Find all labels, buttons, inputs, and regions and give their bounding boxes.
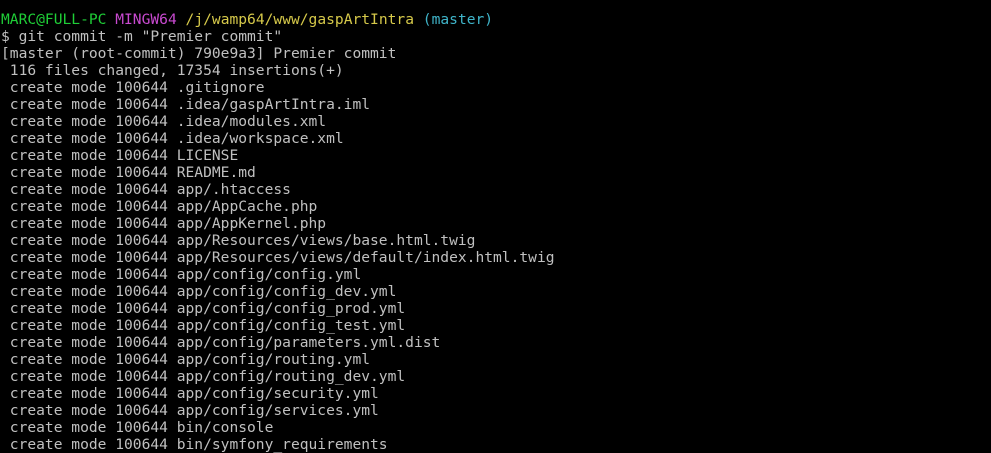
created-file-line: create mode 100644 app/Resources/views/d…	[1, 249, 555, 266]
prompt-user-host: MARC@FULL-PC	[1, 11, 107, 28]
terminal-window[interactable]: MARC@FULL-PC MINGW64 /j/wamp64/www/gaspA…	[0, 0, 991, 453]
command-line: $ git commit -m "Premier commit"	[1, 28, 283, 45]
created-file-line: create mode 100644 app/Resources/views/b…	[1, 232, 476, 249]
created-file-line: create mode 100644 .idea/gaspArtIntra.im…	[1, 96, 371, 113]
created-file-line: create mode 100644 bin/console	[1, 419, 274, 436]
commit-summary-line: [master (root-commit) 790e9a3] Premier c…	[1, 45, 397, 62]
created-file-line: create mode 100644 LICENSE	[1, 147, 239, 164]
created-file-line: create mode 100644 .idea/workspace.xml	[1, 130, 344, 147]
created-file-line: create mode 100644 app/config/security.y…	[1, 385, 379, 402]
created-file-line: create mode 100644 app/config/parameters…	[1, 334, 441, 351]
created-file-line: create mode 100644 app/config/routing.ym…	[1, 351, 371, 368]
created-files-list: create mode 100644 .gitignore create mod…	[1, 79, 991, 453]
created-file-line: create mode 100644 bin/symfony_requireme…	[1, 436, 388, 453]
created-file-line: create mode 100644 app/config/config.yml	[1, 266, 362, 283]
created-file-line: create mode 100644 app/config/config_tes…	[1, 317, 406, 334]
created-file-line: create mode 100644 .idea/modules.xml	[1, 113, 327, 130]
created-file-line: create mode 100644 app/.htaccess	[1, 181, 291, 198]
created-file-line: create mode 100644 app/config/services.y…	[1, 402, 379, 419]
created-file-line: create mode 100644 app/AppKernel.php	[1, 215, 327, 232]
created-file-line: create mode 100644 README.md	[1, 164, 256, 181]
created-file-line: create mode 100644 app/config/config_dev…	[1, 283, 397, 300]
prompt-line: MARC@FULL-PC MINGW64 /j/wamp64/www/gaspA…	[1, 11, 991, 28]
created-file-line: create mode 100644 app/config/config_pro…	[1, 300, 406, 317]
commit-stats-line: 116 files changed, 17354 insertions(+)	[1, 62, 344, 79]
prompt-branch: (master)	[422, 11, 494, 28]
created-file-line: create mode 100644 app/AppCache.php	[1, 198, 318, 215]
created-file-line: create mode 100644 .gitignore	[1, 79, 265, 96]
prompt-path: /j/wamp64/www/gaspArtIntra	[185, 11, 414, 28]
created-file-line: create mode 100644 app/config/routing_de…	[1, 368, 406, 385]
prompt-env: MINGW64	[115, 11, 177, 28]
